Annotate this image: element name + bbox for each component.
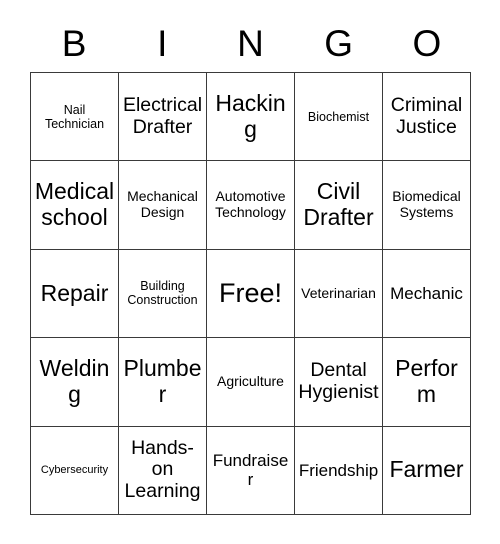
- bingo-cell-label: Repair: [40, 279, 109, 306]
- bingo-cell-r1c2[interactable]: Electrical Drafter: [119, 73, 207, 162]
- bingo-cell-label: Perform: [395, 355, 458, 407]
- bingo-cell-r1c5[interactable]: Criminal Justice: [383, 73, 471, 162]
- bingo-cell-r2c2[interactable]: Mechanical Design: [119, 161, 207, 250]
- bingo-cell-label: Friendship: [298, 460, 379, 480]
- bingo-cell-r2c3[interactable]: Automotive Technology: [207, 161, 295, 250]
- bingo-cell-r4c1[interactable]: Welding: [31, 338, 119, 427]
- bingo-cell-r1c4[interactable]: Biochemist: [295, 73, 383, 162]
- bingo-cell-r3c5[interactable]: Mechanic: [383, 249, 471, 339]
- bingo-cell-label: Nail Technician: [44, 102, 105, 131]
- free-space-label: Free!: [218, 278, 283, 309]
- bingo-cell-label: Cybersecurity: [40, 464, 109, 477]
- bingo-cell-r3c4[interactable]: Veterinarian: [295, 249, 383, 339]
- bingo-cell-free-space[interactable]: Free!: [207, 249, 295, 339]
- bingo-cell-r4c5[interactable]: Perform: [383, 338, 471, 427]
- bingo-grid: Nail Technician Electrical Drafter Hacki…: [30, 72, 471, 515]
- bingo-cell-r4c3[interactable]: Agriculture: [207, 338, 295, 427]
- bingo-cell-label: Automotive Technology: [215, 188, 286, 221]
- bingo-cell-label: Plumber: [123, 355, 202, 407]
- bingo-cell-r3c2[interactable]: Building Construction: [119, 249, 207, 339]
- bingo-cell-label: Civil Drafter: [303, 178, 374, 231]
- bingo-cell-r2c5[interactable]: Biomedical Systems: [383, 161, 471, 250]
- bingo-cell-r2c4[interactable]: Civil Drafter: [295, 161, 383, 250]
- bingo-cell-label: Mechanic: [390, 283, 463, 303]
- bingo-cell-r5c3[interactable]: Fundraiser: [207, 426, 295, 515]
- bingo-cell-r5c5[interactable]: Farmer: [383, 426, 471, 515]
- bingo-cell-label: Medical school: [34, 178, 115, 231]
- header-letter-g: G: [324, 23, 354, 64]
- bingo-cell-r1c3[interactable]: Hacking: [207, 73, 295, 162]
- bingo-cell-label: Farmer: [389, 456, 464, 483]
- bingo-cell-label: Fundraiser: [212, 451, 289, 490]
- bingo-cell-label: Hacking: [215, 89, 286, 142]
- bingo-cell-label: Biochemist: [307, 109, 370, 124]
- bingo-cell-label: Mechanical Design: [127, 188, 198, 221]
- bingo-header: B I N G O: [30, 18, 471, 70]
- bingo-cell-label: Electrical Drafter: [122, 93, 203, 138]
- bingo-cell-label: Agriculture: [217, 373, 284, 390]
- bingo-cell-label: Hands-on Learning: [124, 436, 201, 503]
- bingo-cell-r1c1[interactable]: Nail Technician: [31, 73, 119, 162]
- bingo-cell-r5c2[interactable]: Hands-on Learning: [119, 426, 207, 515]
- bingo-card: B I N G O Nail Technician Electrical Dra…: [0, 0, 500, 544]
- bingo-cell-label: Dental Hygienist: [298, 359, 379, 403]
- bingo-cell-label: Biomedical Systems: [392, 188, 461, 221]
- bingo-cell-label: Criminal Justice: [390, 93, 463, 138]
- bingo-cell-label: Building Construction: [127, 279, 198, 308]
- bingo-cell-label: Veterinarian: [301, 284, 376, 301]
- bingo-cell-r5c4[interactable]: Friendship: [295, 426, 383, 515]
- bingo-cell-r3c1[interactable]: Repair: [31, 249, 119, 339]
- header-letter-n: N: [237, 23, 264, 64]
- bingo-cell-r5c1[interactable]: Cybersecurity: [31, 426, 119, 515]
- bingo-cell-r4c4[interactable]: Dental Hygienist: [295, 338, 383, 427]
- header-letter-o: O: [412, 23, 442, 64]
- bingo-cell-r4c2[interactable]: Plumber: [119, 338, 207, 427]
- header-letter-i: I: [157, 23, 168, 64]
- header-letter-b: B: [61, 23, 87, 64]
- bingo-cell-label: Welding: [39, 355, 110, 407]
- bingo-cell-r2c1[interactable]: Medical school: [31, 161, 119, 250]
